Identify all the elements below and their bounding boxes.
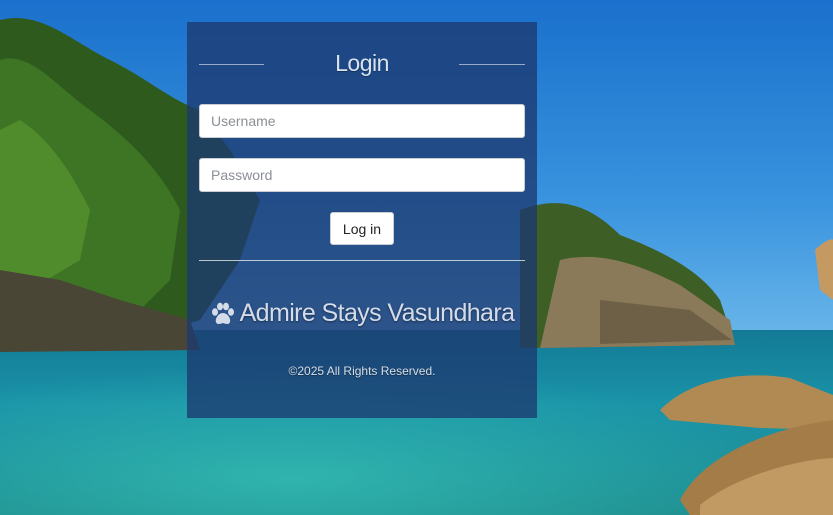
username-input[interactable] bbox=[199, 104, 525, 138]
submit-row: Log in bbox=[199, 212, 525, 245]
login-header: Login bbox=[199, 22, 525, 108]
login-button[interactable]: Log in bbox=[329, 212, 395, 245]
password-input[interactable] bbox=[199, 158, 525, 192]
login-panel: Login Log in Admire Stays Vasundhara ©20… bbox=[187, 22, 537, 418]
paw-icon bbox=[210, 302, 236, 326]
brand-name: Admire Stays Vasundhara bbox=[239, 299, 515, 327]
brand: Admire Stays Vasundhara bbox=[199, 299, 525, 328]
title-rule-right bbox=[459, 64, 525, 65]
copyright-text: ©2025 All Rights Reserved. bbox=[288, 364, 436, 378]
divider bbox=[199, 260, 525, 261]
